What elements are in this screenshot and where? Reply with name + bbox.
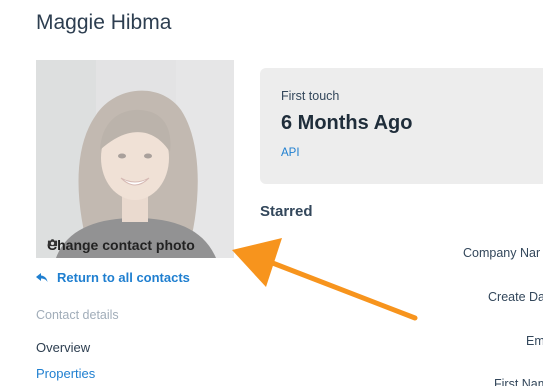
return-label: Return to all contacts xyxy=(57,270,190,285)
contact-details-heading: Contact details xyxy=(36,308,119,322)
first-touch-value: 6 Months Ago xyxy=(281,112,413,134)
property-company-name: Company Nar xyxy=(463,246,541,260)
property-first-name: First Nam xyxy=(494,377,543,386)
contact-photo[interactable]: Change contact photo xyxy=(36,60,234,258)
page-title: Maggie Hibma xyxy=(36,11,172,34)
first-touch-card: First touch 6 Months Ago API xyxy=(260,68,543,184)
nav-item-overview[interactable]: Overview xyxy=(36,340,90,355)
first-touch-source-link[interactable]: API xyxy=(281,147,300,159)
camera-icon xyxy=(47,239,58,247)
property-email: Em xyxy=(526,334,543,348)
nav-item-properties[interactable]: Properties xyxy=(36,366,95,381)
contact-page: Maggie Hibma Change contact photo Return… xyxy=(0,0,543,386)
change-photo-button[interactable]: Change contact photo xyxy=(47,237,195,253)
property-create-date: Create Da xyxy=(488,290,543,304)
back-arrow-icon xyxy=(36,272,48,282)
starred-heading: Starred xyxy=(260,203,313,220)
first-touch-label: First touch xyxy=(281,89,340,103)
photo-overlay xyxy=(36,60,234,258)
return-to-contacts-link[interactable]: Return to all contacts xyxy=(36,270,190,285)
change-photo-label: Change contact photo xyxy=(47,237,195,253)
